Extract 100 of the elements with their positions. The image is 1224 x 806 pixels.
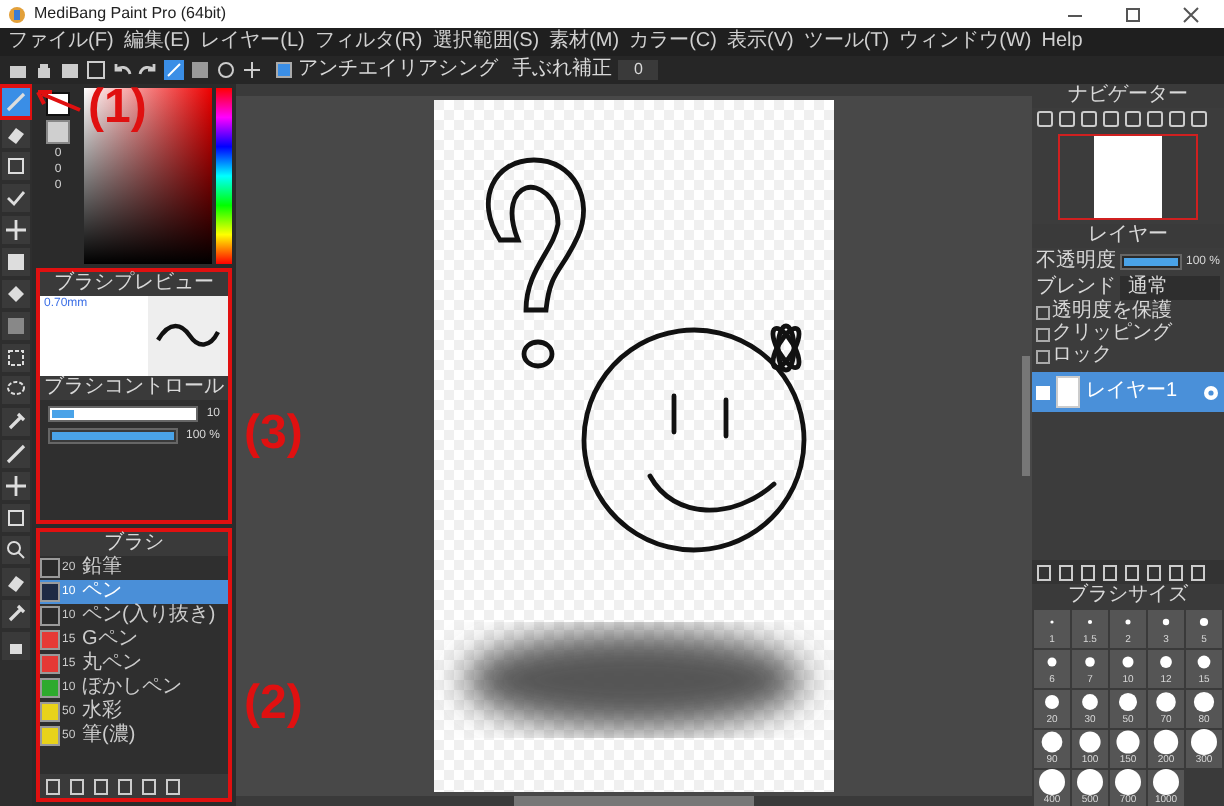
panel-title: ブラシサイズ (1068, 586, 1188, 606)
menu-item[interactable]: レイヤー(L) (200, 32, 305, 52)
fill-square-icon[interactable] (190, 60, 210, 80)
stabilizer-field[interactable]: 0 (618, 60, 659, 80)
brush-name: 丸ペン (82, 654, 142, 674)
crosshair-icon[interactable] (242, 60, 262, 80)
frame-icon[interactable] (86, 60, 106, 80)
dot-icon (1190, 688, 1218, 716)
dot-icon (1114, 768, 1142, 796)
menu-item[interactable]: ツール(T) (803, 32, 890, 52)
visibility-toggle[interactable] (1036, 385, 1050, 399)
scrollbar-thumb[interactable] (1022, 356, 1030, 476)
layer-name: レイヤー1 (1086, 382, 1180, 402)
annotation-label: (1) (88, 84, 147, 132)
dot-icon (1038, 728, 1066, 756)
panel-title: ブラシコントロール (44, 378, 224, 398)
redo-icon[interactable] (138, 60, 158, 80)
dot-icon (1038, 768, 1066, 796)
menu-item[interactable]: フィルタ(R) (314, 32, 423, 52)
eyedropper-icon (4, 410, 28, 434)
brush-name: 筆(濃) (82, 726, 136, 746)
move-icon (4, 218, 28, 242)
tool-button[interactable] (2, 184, 30, 212)
move-icon (4, 474, 28, 498)
checkbox-label: ロック (1052, 346, 1112, 366)
dot-icon (1114, 728, 1142, 756)
brush-name: 水彩 (82, 702, 122, 722)
blend-label: ブレンド (1036, 277, 1116, 297)
navigator-page-thumbnail (1094, 136, 1162, 218)
checkbox[interactable] (1036, 327, 1050, 341)
app-logo-icon (8, 5, 26, 23)
canvas-page-drawing[interactable] (434, 100, 834, 792)
stabilizer-label: 手ぶれ補正 (512, 60, 612, 80)
panel-title: ブラシプレビュー (54, 274, 214, 294)
slider-track[interactable] (48, 406, 199, 422)
background-swatch[interactable] (46, 120, 70, 144)
filled-square-icon (4, 250, 28, 274)
antialias-label: アンチエイリアシング (298, 60, 498, 80)
brush-name: 鉛筆 (82, 558, 122, 578)
dot-icon (1152, 728, 1180, 756)
tool-button[interactable] (2, 248, 30, 276)
opacity-label: 不透明度 (1036, 251, 1116, 271)
tool-button[interactable] (2, 152, 30, 180)
panel-title: レイヤー (1088, 226, 1168, 246)
brush-name: ペン (82, 582, 122, 602)
layer-row[interactable]: レイヤー1 (1032, 372, 1224, 412)
selection-icon (4, 346, 28, 370)
tool-button[interactable] (2, 440, 30, 468)
stroke-preview-icon (154, 320, 222, 352)
slider-track[interactable] (48, 428, 178, 444)
tool-button[interactable] (2, 600, 30, 628)
checkbox[interactable] (1036, 305, 1050, 319)
dot-icon (1114, 688, 1142, 716)
dot-icon (1076, 728, 1104, 756)
panel-title: ブラシ (104, 534, 164, 554)
tool-button[interactable] (2, 504, 30, 532)
scrollbar-thumb[interactable] (514, 796, 754, 806)
menu-item[interactable]: 素材(M) (549, 32, 620, 52)
tool-button[interactable] (2, 408, 30, 436)
check-icon (4, 186, 28, 210)
menu-item[interactable]: ウィンドウ(W) (899, 32, 1032, 52)
dot-icon (1076, 768, 1104, 796)
maximize-icon[interactable] (1124, 5, 1142, 23)
checkbox-label: 透明度を保護 (1052, 302, 1172, 322)
menu-item[interactable]: カラー(C) (629, 32, 717, 52)
menu-item[interactable]: ファイル(F) (8, 32, 114, 52)
checkbox[interactable] (1036, 349, 1050, 363)
annotation-arrow-icon (34, 88, 82, 112)
gear-icon[interactable] (1202, 383, 1220, 401)
square-icon (4, 154, 28, 178)
undo-icon[interactable] (112, 60, 132, 80)
window-title: MediBang Paint Pro (64bit) (34, 6, 227, 22)
annotation-label: (2) (244, 680, 303, 728)
menu-item[interactable]: Help (1041, 32, 1083, 52)
tool-button[interactable] (2, 376, 30, 404)
circle-icon[interactable] (216, 60, 236, 80)
dot-icon (1076, 688, 1104, 716)
checkbox-label: クリッピング (1052, 324, 1172, 344)
tool-button[interactable] (2, 216, 30, 244)
blend-dropdown[interactable]: 通常 (1120, 275, 1220, 299)
navigator-view-frame[interactable] (1058, 134, 1198, 220)
brush-name: ペン(入り抜き) (82, 606, 216, 626)
tool-button[interactable] (2, 472, 30, 500)
menu-item[interactable]: 表示(V) (726, 32, 794, 52)
dot-icon (1190, 728, 1218, 756)
dot-icon (1152, 688, 1180, 716)
tool-button[interactable] (2, 344, 30, 372)
square-icon (4, 506, 28, 530)
menu-item[interactable]: 編集(E) (123, 32, 191, 52)
panel-title: ナビゲーター (1068, 86, 1188, 106)
brush-name: Gペン (82, 630, 138, 650)
menu-item[interactable]: 選択範囲(S) (432, 32, 540, 52)
dot-icon (1152, 768, 1180, 796)
antialias-checkbox[interactable] (276, 62, 292, 78)
brush-name: ぼかしペン (82, 678, 182, 698)
layer-thumbnail (1056, 376, 1080, 408)
pen-icon (4, 90, 28, 114)
color-picker-square[interactable] (84, 88, 212, 264)
opacity-slider[interactable] (1120, 253, 1182, 269)
annotation-label: (3) (244, 410, 303, 458)
